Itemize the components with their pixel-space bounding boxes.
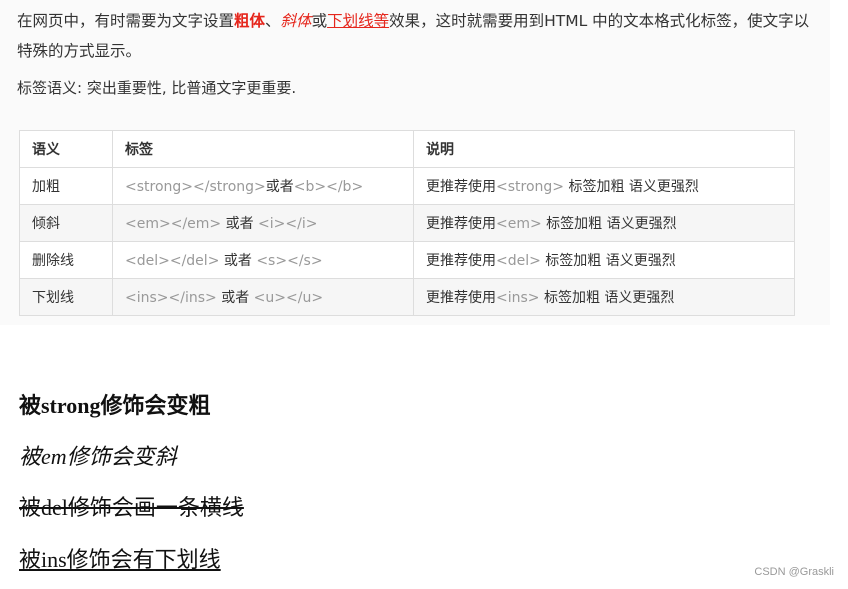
table-row: 下划线 <ins></ins> 或者 <u></u> 更推荐使用<ins> 标签… xyxy=(19,278,795,316)
intro-separator: 、 xyxy=(265,12,281,30)
tag-code: <em></em> xyxy=(125,216,222,232)
desc-tag-code: <strong> xyxy=(496,179,565,195)
desc-suffix: 标签加粗 语义更强烈 xyxy=(540,253,676,269)
desc-suffix: 标签加粗 语义更强烈 xyxy=(564,179,699,195)
cell-description: 更推荐使用<del> 标签加粗 语义更强烈 xyxy=(413,241,795,279)
header-semantics: 语义 xyxy=(19,130,113,168)
cell-description: 更推荐使用<em> 标签加粗 语义更强烈 xyxy=(413,204,795,242)
or-word: 或者 xyxy=(219,253,257,269)
desc-prefix: 更推荐使用 xyxy=(426,253,496,269)
semantics-note: 标签语义: 突出重要性, 比普通文字更重要. xyxy=(17,79,297,97)
desc-tag-code: <ins> xyxy=(496,290,540,306)
cell-tag: <ins></ins> 或者 <u></u> xyxy=(112,278,414,316)
tag-code: <strong></strong> xyxy=(125,179,266,195)
cell-tag: <strong></strong>或者<b></b> xyxy=(112,167,414,205)
intro-text-1: 在网页中，有时需要为文字设置 xyxy=(17,12,235,30)
or-word: 或者 xyxy=(221,216,259,232)
csdn-watermark: CSDN @Graskli xyxy=(754,566,834,578)
formatting-tags-table: 语义 标签 说明 加粗 <strong></strong>或者<b></b> 更… xyxy=(19,130,795,316)
header-description: 说明 xyxy=(413,130,795,168)
cell-description: 更推荐使用<strong> 标签加粗 语义更强烈 xyxy=(413,167,795,205)
desc-suffix: 标签加粗 语义更强烈 xyxy=(541,216,677,232)
desc-tag-code: <del> xyxy=(496,253,541,269)
desc-prefix: 更推荐使用 xyxy=(426,290,496,306)
cell-semantics: 删除线 xyxy=(19,241,113,279)
intro-paragraph: 在网页中，有时需要为文字设置粗体、斜体或下划线等效果，这时就需要用到HTML 中… xyxy=(17,6,822,66)
ins-demo-text: 被ins修饰会有下划线 xyxy=(19,547,221,572)
or-word: 或者 xyxy=(216,290,254,306)
intro-italic-word: 斜体 xyxy=(280,12,312,30)
tag-code: <i></i> xyxy=(258,216,318,232)
desc-tag-code: <em> xyxy=(496,216,542,232)
cell-semantics: 下划线 xyxy=(19,278,113,316)
header-tag: 标签 xyxy=(112,130,414,168)
table-row: 删除线 <del></del> 或者 <s></s> 更推荐使用<del> 标签… xyxy=(19,241,795,279)
tag-code: <b></b> xyxy=(293,179,364,195)
intro-underline-word: 下划线等 xyxy=(327,12,390,30)
tag-code: <s></s> xyxy=(256,253,323,269)
tag-code: <del></del> xyxy=(125,253,220,269)
cell-tag: <em></em> 或者 <i></i> xyxy=(112,204,414,242)
strong-demo-text: 被strong修饰会变粗 xyxy=(19,393,211,418)
cell-description: 更推荐使用<ins> 标签加粗 语义更强烈 xyxy=(413,278,795,316)
desc-suffix: 标签加粗 语义更强烈 xyxy=(539,290,675,306)
table-row: 加粗 <strong></strong>或者<b></b> 更推荐使用<stro… xyxy=(19,167,795,205)
table-header-row: 语义 标签 说明 xyxy=(19,130,795,168)
em-demo-text: 被em修饰会变斜 xyxy=(19,444,177,469)
cell-semantics: 倾斜 xyxy=(19,204,113,242)
tag-code: <ins></ins> xyxy=(125,290,217,306)
tag-code: <u></u> xyxy=(253,290,324,306)
table-row: 倾斜 <em></em> 或者 <i></i> 更推荐使用<em> 标签加粗 语… xyxy=(19,204,795,242)
content-card: 在网页中，有时需要为文字设置粗体、斜体或下划线等效果，这时就需要用到HTML 中… xyxy=(0,0,830,325)
or-word: 或者 xyxy=(265,179,294,195)
del-demo-text: 被del修饰会画一条横线 xyxy=(19,495,244,520)
cell-semantics: 加粗 xyxy=(19,167,113,205)
desc-prefix: 更推荐使用 xyxy=(426,179,496,195)
desc-prefix: 更推荐使用 xyxy=(426,216,496,232)
cell-tag: <del></del> 或者 <s></s> xyxy=(112,241,414,279)
intro-text-2: 或 xyxy=(311,12,328,30)
intro-bold-word: 粗体 xyxy=(234,12,266,30)
